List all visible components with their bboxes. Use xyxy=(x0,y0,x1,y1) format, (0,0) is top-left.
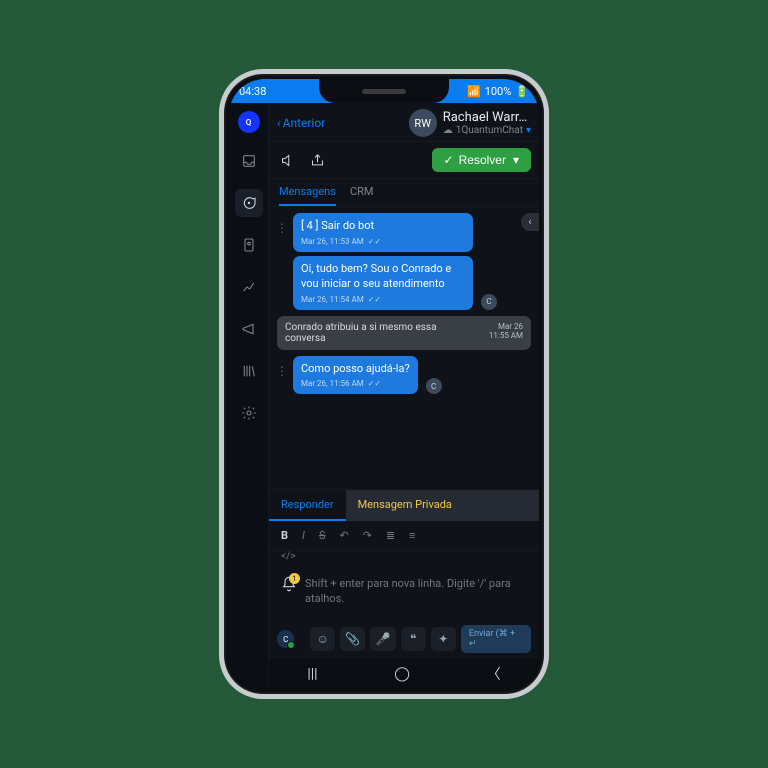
inbox-icon[interactable] xyxy=(235,147,263,175)
undo-button[interactable]: ↶ xyxy=(339,529,348,542)
android-nav-bar: ||| ◯ 〈 xyxy=(269,659,539,689)
main-panel: ‹ Anterior RW Rachael Warr… ☁ 1QuantumCh… xyxy=(269,103,539,689)
conversation-header: ‹ Anterior RW Rachael Warr… ☁ 1QuantumCh… xyxy=(269,103,539,142)
message-bubble: Oi, tudo bem? Sou o Conrado e vou inicia… xyxy=(293,256,473,310)
battery-icon: 🔋 xyxy=(515,85,529,98)
chevron-down-icon: ▾ xyxy=(513,153,519,167)
chevron-down-icon: ▾ xyxy=(526,125,531,136)
conversation-tabs: Mensagens CRM xyxy=(269,179,539,207)
message-input[interactable]: Shift + enter para nova linha. Digite '/… xyxy=(305,576,527,607)
message-list[interactable]: ‹ ⋮ [ 4 ] Sair do bot Mar 26, 11:53 AM ✓✓… xyxy=(269,207,539,489)
contacts-icon[interactable] xyxy=(235,231,263,259)
quote-button[interactable]: ❝ xyxy=(401,627,426,651)
mute-icon[interactable] xyxy=(277,150,297,170)
sidebar: Q xyxy=(229,103,269,689)
message-time: Mar 26, 11:54 AM xyxy=(301,295,364,304)
tab-crm[interactable]: CRM xyxy=(350,185,374,206)
emoji-button[interactable]: ☺ xyxy=(310,627,335,651)
message-text: Oi, tudo bem? Sou o Conrado e vou inicia… xyxy=(301,262,465,292)
bold-button[interactable]: B xyxy=(281,529,288,542)
chat-icon[interactable] xyxy=(235,189,263,217)
sender-avatar: C xyxy=(426,378,442,394)
system-text: Conrado atribuiu a si mesmo essa convers… xyxy=(285,322,479,344)
contact-avatar[interactable]: RW xyxy=(409,109,437,137)
italic-button[interactable]: I xyxy=(302,529,305,542)
send-label: Enviar (⌘ + ↵ xyxy=(469,629,523,649)
settings-icon[interactable] xyxy=(235,399,263,427)
home-button[interactable]: ◯ xyxy=(394,666,410,682)
share-icon[interactable] xyxy=(307,150,327,170)
message-bubble: [ 4 ] Sair do bot Mar 26, 11:53 AM ✓✓ xyxy=(293,213,473,252)
tab-private-note[interactable]: Mensagem Privada xyxy=(346,490,539,521)
message-text: [ 4 ] Sair do bot xyxy=(301,219,465,234)
check-icon: ✓ xyxy=(444,153,454,167)
attachment-button[interactable]: 📎 xyxy=(340,627,365,651)
status-time: 04:38 xyxy=(239,85,266,98)
read-icon: ✓✓ xyxy=(368,295,381,304)
campaigns-icon[interactable] xyxy=(235,315,263,343)
collapse-sidebar-icon[interactable]: ‹ xyxy=(521,213,539,231)
code-button[interactable]: </> xyxy=(281,551,295,562)
message-time: Mar 26, 11:53 AM xyxy=(301,237,364,246)
recents-button[interactable]: ||| xyxy=(307,666,317,682)
audio-button[interactable]: 🎤 xyxy=(370,627,395,651)
screen: 04:38 📶 100% 🔋 Q xyxy=(229,79,539,689)
notch xyxy=(319,79,449,103)
back-label: Anterior xyxy=(283,116,326,130)
bullet-list-button[interactable]: ≣ xyxy=(386,529,395,542)
system-message: Conrado atribuiu a si mesmo essa convers… xyxy=(277,316,531,350)
reply-tabs: Responder Mensagem Privada xyxy=(269,489,539,521)
editor-toolbar: B I S ↶ ↷ ≣ ≡ xyxy=(269,521,539,551)
message-options[interactable]: ⋮ xyxy=(275,356,289,378)
speaker-grille xyxy=(362,89,406,94)
channel-name: 1QuantumChat xyxy=(456,125,523,136)
signal-icon: 📶 xyxy=(467,85,481,98)
read-icon: ✓✓ xyxy=(368,379,381,388)
sender-avatar: C xyxy=(481,294,497,310)
tab-messages[interactable]: Mensagens xyxy=(279,185,336,206)
reports-icon[interactable] xyxy=(235,273,263,301)
header-actions: ✓ Resolver ▾ xyxy=(269,142,539,179)
message-options[interactable]: ⋮ xyxy=(275,213,289,235)
message-time: Mar 26, 11:56 AM xyxy=(301,379,364,388)
app-logo[interactable]: Q xyxy=(238,111,260,133)
contact-block[interactable]: Rachael Warr… ☁ 1QuantumChat ▾ xyxy=(443,110,531,136)
composer-bottom-bar: C ☺ 📎 🎤 ❝ ✦ Enviar (⌘ + ↵ xyxy=(269,621,539,659)
phone-frame: 04:38 📶 100% 🔋 Q xyxy=(219,69,549,699)
message-bubble: Como posso ajudá-la? Mar 26, 11:56 AM ✓✓ xyxy=(293,356,418,395)
notification-badge: 1 xyxy=(289,573,300,584)
agent-avatar[interactable]: C xyxy=(277,630,294,648)
strike-button[interactable]: S xyxy=(319,529,326,542)
ordered-list-button[interactable]: ≡ xyxy=(409,529,415,542)
resolve-button[interactable]: ✓ Resolver ▾ xyxy=(432,148,531,172)
cloud-icon: ☁ xyxy=(443,125,453,136)
resolve-label: Resolver xyxy=(459,153,506,167)
composer-area: 1 Shift + enter para nova linha. Digite … xyxy=(269,566,539,621)
notifications-icon[interactable]: 1 xyxy=(281,576,297,596)
message-text: Como posso ajudá-la? xyxy=(301,362,410,377)
send-button[interactable]: Enviar (⌘ + ↵ xyxy=(461,625,531,653)
library-icon[interactable] xyxy=(235,357,263,385)
battery-label: 100% xyxy=(485,85,512,98)
back-button[interactable]: ‹ Anterior xyxy=(277,116,325,130)
chevron-left-icon: ‹ xyxy=(277,116,281,130)
back-nav-button[interactable]: 〈 xyxy=(487,664,501,684)
read-icon: ✓✓ xyxy=(368,237,381,246)
tab-reply[interactable]: Responder xyxy=(269,490,346,521)
redo-button[interactable]: ↷ xyxy=(363,529,372,542)
contact-name: Rachael Warr… xyxy=(443,110,531,125)
ai-button[interactable]: ✦ xyxy=(431,627,456,651)
